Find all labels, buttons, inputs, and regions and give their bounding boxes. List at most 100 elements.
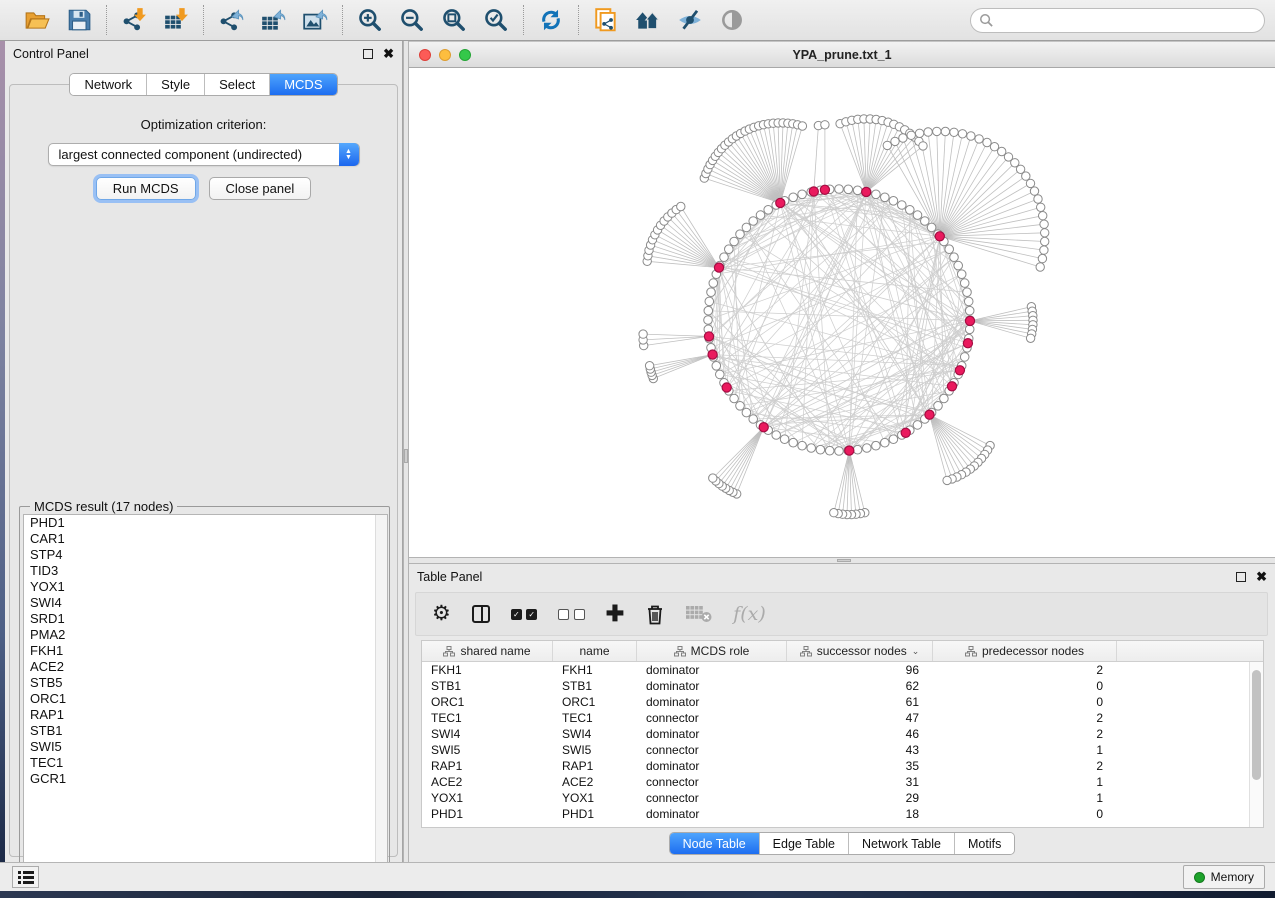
- mcds-result-item[interactable]: ACE2: [24, 659, 387, 675]
- satellite-node[interactable]: [821, 121, 829, 129]
- export-table-button[interactable]: [259, 6, 287, 34]
- column-header-predecessor-nodes[interactable]: predecessor nodes: [933, 641, 1117, 661]
- satellite-node[interactable]: [639, 330, 647, 338]
- ring-node[interactable]: [927, 223, 936, 232]
- float-table-panel-icon[interactable]: [1236, 572, 1246, 582]
- table-row-ACE2[interactable]: ACE2ACE2connector311: [422, 774, 1263, 790]
- ring-node[interactable]: [716, 370, 725, 379]
- ring-node[interactable]: [798, 441, 807, 450]
- satellite-node[interactable]: [950, 128, 958, 136]
- ring-node[interactable]: [764, 206, 773, 215]
- new-network-from-selection-button[interactable]: [592, 6, 620, 34]
- first-neighbors-button[interactable]: [634, 6, 662, 34]
- table-row-RAP1[interactable]: RAP1RAP1dominator352: [422, 758, 1263, 774]
- mcds-node[interactable]: [714, 263, 723, 272]
- satellite-node[interactable]: [943, 476, 951, 484]
- export-image-button[interactable]: [301, 6, 329, 34]
- ring-node[interactable]: [736, 402, 745, 411]
- ring-node[interactable]: [965, 306, 974, 315]
- tab-network[interactable]: Network: [70, 74, 147, 95]
- mcds-result-item[interactable]: PMA2: [24, 627, 387, 643]
- ring-node[interactable]: [749, 217, 758, 226]
- mcds-result-item[interactable]: GCR1: [24, 771, 387, 787]
- ring-node[interactable]: [853, 186, 862, 195]
- mcds-result-item[interactable]: SWI5: [24, 739, 387, 755]
- tab-select[interactable]: Select: [205, 74, 270, 95]
- ring-node[interactable]: [853, 445, 862, 454]
- satellite-node[interactable]: [1038, 254, 1046, 262]
- horizontal-splitter[interactable]: [409, 557, 1275, 564]
- zoom-fit-button[interactable]: [440, 6, 468, 34]
- tab-edge-table[interactable]: Edge Table: [760, 833, 849, 854]
- satellite-node[interactable]: [919, 142, 927, 150]
- satellite-node[interactable]: [958, 130, 966, 138]
- satellite-node[interactable]: [1022, 172, 1030, 180]
- mcds-result-item[interactable]: TID3: [24, 563, 387, 579]
- zoom-selected-button[interactable]: [482, 6, 510, 34]
- memory-button[interactable]: Memory: [1183, 865, 1265, 889]
- ring-node[interactable]: [749, 415, 758, 424]
- ring-node[interactable]: [704, 306, 713, 315]
- hide-selected-button[interactable]: [676, 6, 704, 34]
- ring-node[interactable]: [730, 394, 739, 403]
- mcds-node[interactable]: [776, 198, 785, 207]
- ring-node[interactable]: [704, 316, 713, 325]
- show-all-button[interactable]: [718, 6, 746, 34]
- select-all-button[interactable]: ✓ ✓: [511, 602, 537, 626]
- satellite-node[interactable]: [1039, 212, 1047, 220]
- mcds-result-item[interactable]: STB1: [24, 723, 387, 739]
- satellite-node[interactable]: [907, 131, 915, 139]
- float-panel-icon[interactable]: [363, 49, 373, 59]
- ring-node[interactable]: [906, 206, 915, 215]
- mcds-node[interactable]: [935, 232, 944, 241]
- tab-node-table[interactable]: Node Table: [670, 833, 760, 854]
- tab-network-table[interactable]: Network Table: [849, 833, 955, 854]
- mcds-node[interactable]: [704, 332, 713, 341]
- close-panel-button[interactable]: Close panel: [209, 177, 312, 200]
- mcds-node[interactable]: [925, 410, 934, 419]
- table-row-ORC1[interactable]: ORC1ORC1dominator610: [422, 694, 1263, 710]
- close-panel-icon[interactable]: ✖: [383, 49, 394, 59]
- tab-mcds[interactable]: MCDS: [270, 74, 336, 95]
- ring-node[interactable]: [957, 270, 966, 279]
- mcds-result-item[interactable]: TEC1: [24, 755, 387, 771]
- mcds-result-item[interactable]: RAP1: [24, 707, 387, 723]
- ring-node[interactable]: [756, 211, 765, 220]
- mcds-node[interactable]: [862, 187, 871, 196]
- ring-node[interactable]: [844, 185, 853, 194]
- ring-node[interactable]: [707, 288, 716, 297]
- splitter-handle[interactable]: [404, 449, 408, 463]
- run-mcds-button[interactable]: Run MCDS: [96, 177, 196, 200]
- mcds-result-item[interactable]: STP4: [24, 547, 387, 563]
- satellite-node[interactable]: [798, 122, 806, 130]
- ring-node[interactable]: [736, 230, 745, 239]
- network-canvas[interactable]: [409, 68, 1275, 556]
- table-row-YOX1[interactable]: YOX1YOX1connector291: [422, 790, 1263, 806]
- satellite-node[interactable]: [983, 138, 991, 146]
- ring-node[interactable]: [950, 253, 959, 262]
- ring-node[interactable]: [730, 237, 739, 246]
- satellite-node[interactable]: [1026, 179, 1034, 187]
- mcds-node[interactable]: [965, 316, 974, 325]
- save-session-button[interactable]: [65, 6, 93, 34]
- ring-node[interactable]: [705, 297, 714, 306]
- ring-node[interactable]: [881, 193, 890, 202]
- close-table-panel-icon[interactable]: ✖: [1256, 572, 1267, 582]
- table-row-SWI4[interactable]: SWI4SWI4dominator462: [422, 726, 1263, 742]
- ring-node[interactable]: [963, 288, 972, 297]
- ring-node[interactable]: [960, 353, 969, 362]
- satellite-node[interactable]: [1040, 246, 1048, 254]
- ring-node[interactable]: [960, 279, 969, 288]
- ring-node[interactable]: [720, 253, 729, 262]
- ring-node[interactable]: [772, 431, 781, 440]
- satellite-node[interactable]: [883, 141, 891, 149]
- mcds-node[interactable]: [947, 382, 956, 391]
- mcds-result-item[interactable]: FKH1: [24, 643, 387, 659]
- ring-node[interactable]: [789, 438, 798, 447]
- table-scrollbar[interactable]: [1249, 662, 1263, 828]
- mcds-node[interactable]: [809, 187, 818, 196]
- table-row-FKH1[interactable]: FKH1FKH1dominator962: [422, 662, 1263, 678]
- table-scrollbar-thumb[interactable]: [1252, 670, 1261, 780]
- satellite-node[interactable]: [677, 202, 685, 210]
- satellite-node[interactable]: [941, 127, 949, 135]
